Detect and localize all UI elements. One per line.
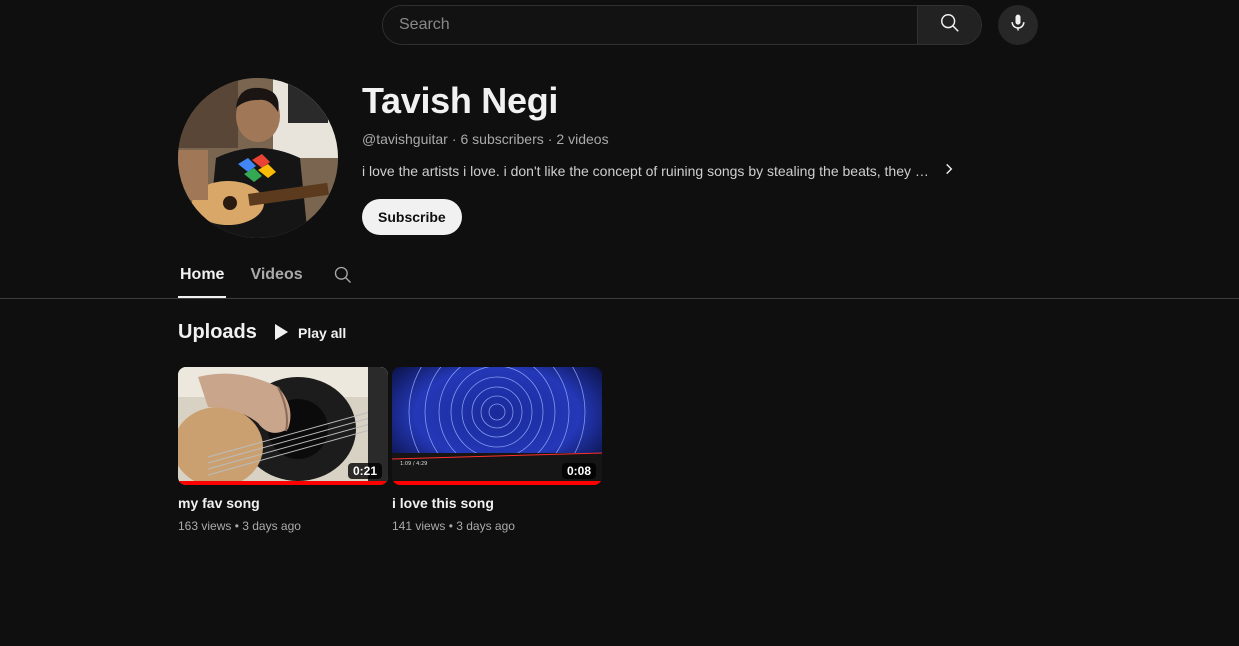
search-icon xyxy=(939,12,961,39)
channel-handle: @tavishguitar xyxy=(362,131,448,147)
search-bar xyxy=(382,5,982,45)
tabs-divider xyxy=(0,298,1239,299)
subscribe-button[interactable]: Subscribe xyxy=(362,199,462,235)
channel-description-text: i love the artists i love. i don't like … xyxy=(362,162,932,179)
video-count: 2 videos xyxy=(556,131,609,147)
channel-search-button[interactable] xyxy=(333,256,353,290)
video-title[interactable]: i love this song xyxy=(392,495,602,511)
video-card[interactable]: 1:09 / 4:29 0:08 i love this song 141 vi… xyxy=(392,367,602,533)
channel-description[interactable]: i love the artists i love. i don't like … xyxy=(362,162,956,179)
video-thumbnail[interactable]: 1:09 / 4:29 0:08 xyxy=(392,367,602,485)
section-title: Uploads xyxy=(178,321,257,343)
search-input[interactable] xyxy=(383,6,917,44)
watch-progress-bar xyxy=(178,481,388,485)
play-all-label: Play all xyxy=(298,325,347,341)
subscriber-count: 6 subscribers xyxy=(460,131,544,147)
video-duration: 0:08 xyxy=(561,463,596,479)
video-meta: 141 views • 3 days ago xyxy=(392,519,515,533)
play-icon xyxy=(274,323,288,343)
video-duration: 0:21 xyxy=(347,463,382,479)
channel-avatar[interactable] xyxy=(178,78,338,238)
channel-tabs: Home Videos xyxy=(178,256,353,298)
meta-separator: · xyxy=(547,131,553,147)
voice-search-button[interactable] xyxy=(998,5,1038,45)
meta-separator: · xyxy=(451,131,457,147)
search-button[interactable] xyxy=(917,6,981,44)
svg-text:1:09 / 4:29: 1:09 / 4:29 xyxy=(400,461,427,467)
microphone-icon xyxy=(1008,13,1028,38)
video-card[interactable]: 0:21 my fav song 163 views • 3 days ago xyxy=(178,367,388,533)
channel-name: Tavish Negi xyxy=(362,80,559,121)
play-all-button[interactable]: Play all xyxy=(264,316,356,350)
channel-meta: @tavishguitar · 6 subscribers · 2 videos xyxy=(362,131,609,147)
video-title[interactable]: my fav song xyxy=(178,495,388,511)
tab-videos[interactable]: Videos xyxy=(248,256,304,298)
video-meta: 163 views • 3 days ago xyxy=(178,519,301,533)
chevron-right-icon xyxy=(942,162,956,179)
video-thumbnail[interactable]: 0:21 xyxy=(178,367,388,485)
watch-progress-bar xyxy=(392,481,602,485)
tab-home[interactable]: Home xyxy=(178,256,227,298)
search-icon xyxy=(333,266,353,289)
